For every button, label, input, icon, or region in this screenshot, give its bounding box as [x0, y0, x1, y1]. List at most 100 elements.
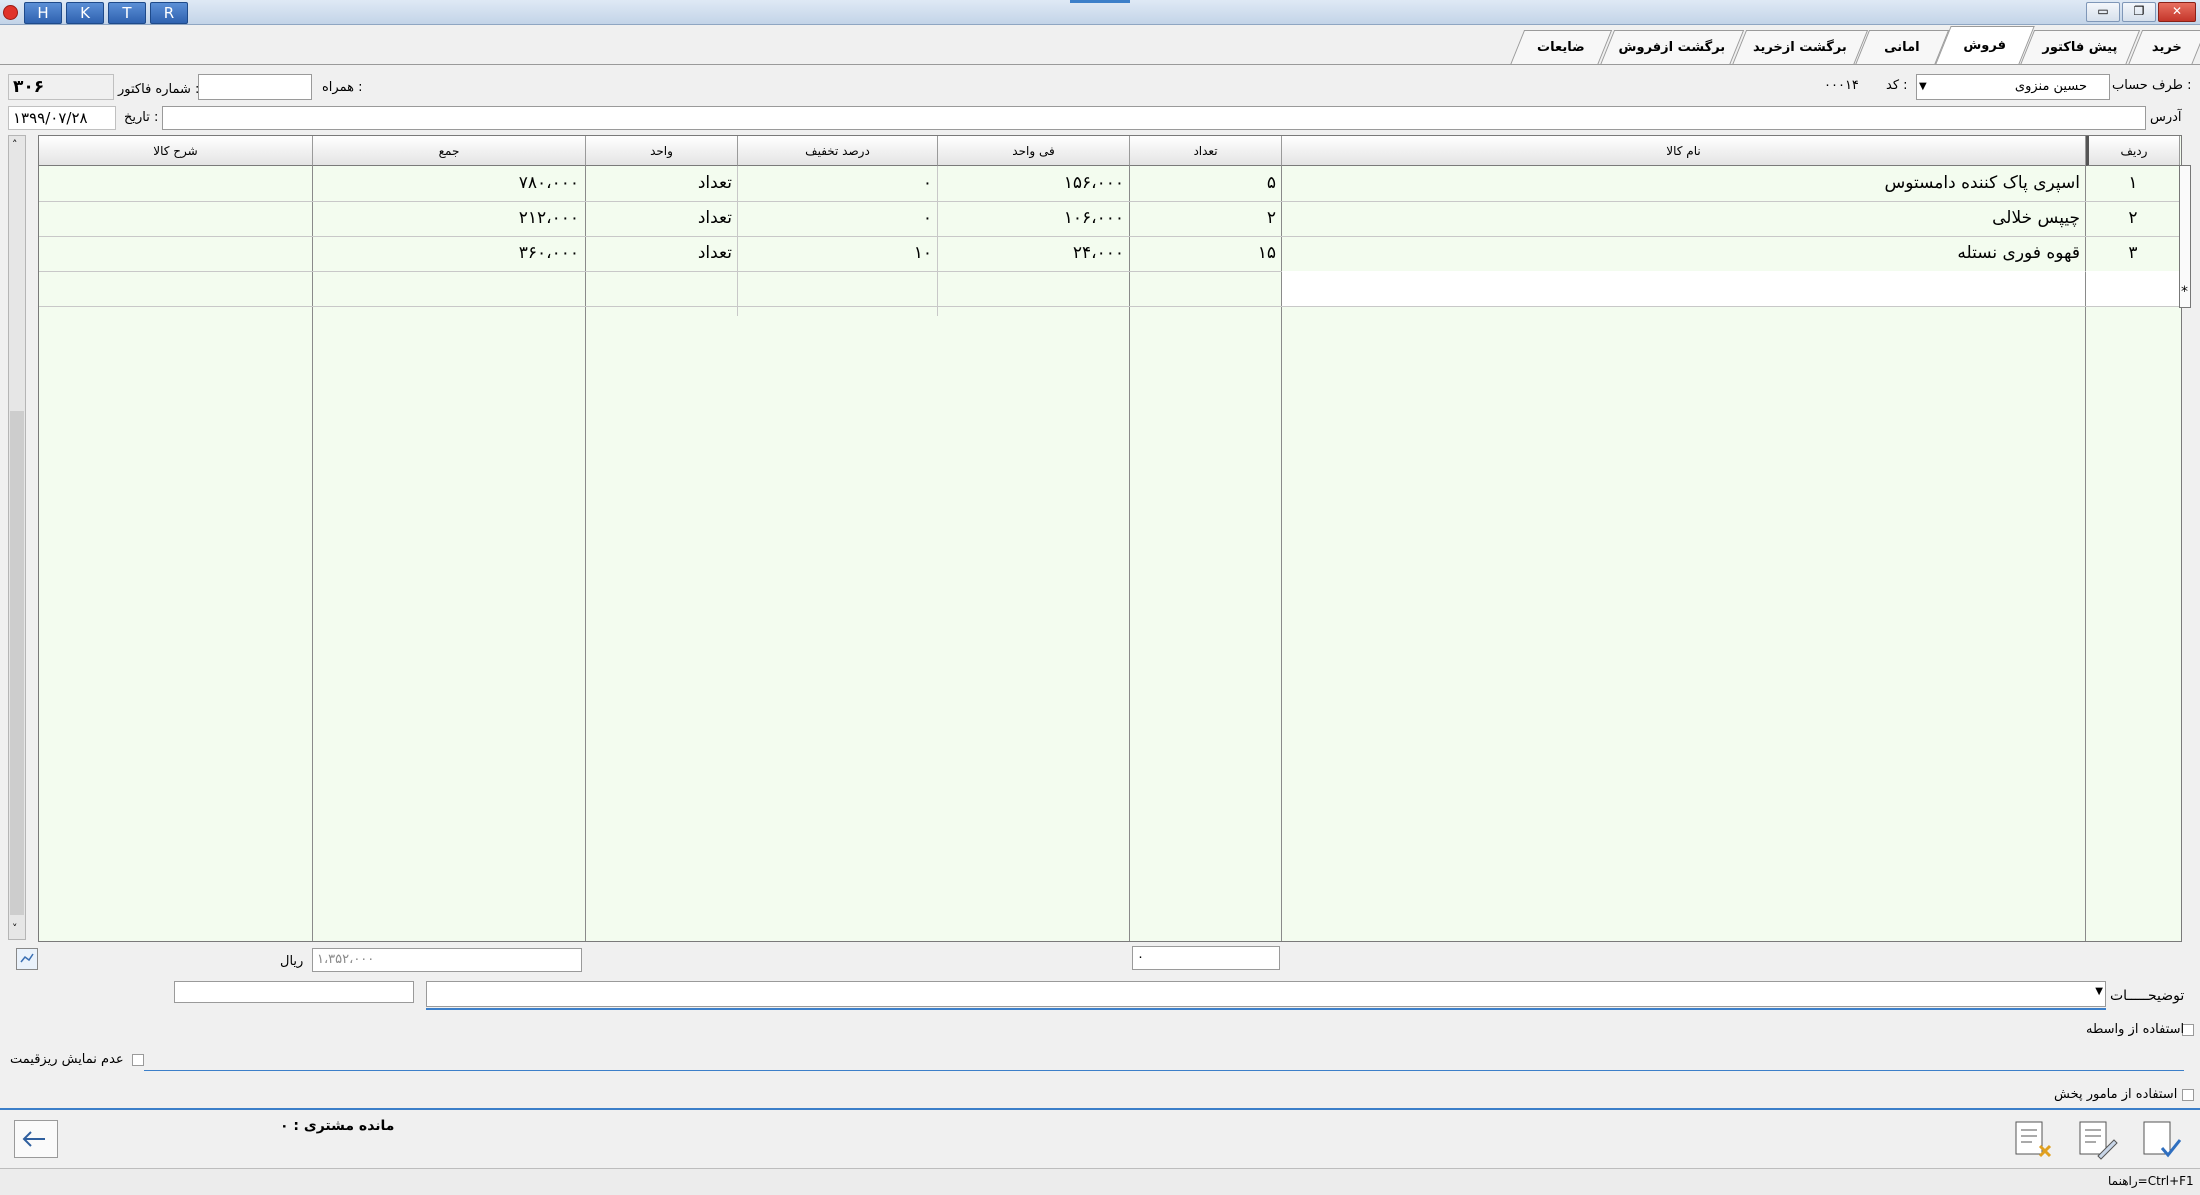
- col-header-product-name[interactable]: نام کالا: [1282, 136, 2086, 166]
- new-row[interactable]: [2086, 271, 2180, 306]
- invoice-number-label: شماره فاکتور :: [118, 82, 200, 97]
- minimize-button[interactable]: ▭: [2086, 2, 2120, 22]
- tab-sales[interactable]: فروش: [1935, 26, 2035, 65]
- customer-balance: مانده مشتری : ۰: [280, 1118, 395, 1134]
- scroll-up-icon[interactable]: ˄: [12, 138, 18, 151]
- cell-discount: ۰: [922, 173, 932, 193]
- delete-invoice-button[interactable]: [2010, 1118, 2056, 1162]
- cell-unit: تعداد: [697, 173, 732, 193]
- chevron-down-icon[interactable]: ▼: [1919, 75, 1927, 99]
- tab-strip-line: [0, 64, 2200, 65]
- cell-unit-price: ۲۴،۰۰۰: [1072, 243, 1124, 263]
- tab-label: امانی: [1884, 40, 1920, 55]
- tab-proforma[interactable]: پیش فاکتور: [2020, 30, 2141, 65]
- k-button[interactable]: K: [66, 2, 104, 24]
- scroll-thumb[interactable]: [10, 411, 24, 915]
- address-field[interactable]: [162, 106, 2146, 130]
- tab-label: فروش: [1963, 38, 2006, 53]
- col-header-row-number[interactable]: ردیف: [2086, 136, 2180, 166]
- footer-separator: [0, 1108, 2200, 1110]
- invoice-number-field[interactable]: ۳۰۶: [8, 74, 114, 100]
- tab-label: خرید: [2151, 40, 2182, 55]
- use-broker-label: استفاده از واسطه: [2086, 1022, 2185, 1037]
- notes-field[interactable]: ▼: [426, 981, 2106, 1007]
- tab-label: برگشت ازخرید: [1752, 40, 1847, 55]
- restore-button[interactable]: ❐: [2122, 2, 2156, 22]
- edit-invoice-button[interactable]: [2074, 1118, 2120, 1162]
- document-delete-icon: [2015, 1121, 2052, 1158]
- cell-row-number: ۳: [2128, 243, 2138, 263]
- close-dot-icon[interactable]: [3, 5, 18, 20]
- currency-label: ریال: [280, 954, 304, 969]
- cell-unit-price: ۱۵۶،۰۰۰: [1063, 173, 1124, 193]
- column-divider: [312, 166, 313, 941]
- tab-purchase[interactable]: خرید: [2128, 30, 2200, 65]
- new-row-name-cell[interactable]: [1282, 271, 2085, 306]
- vertical-scrollbar[interactable]: ˄ ˅: [8, 135, 26, 940]
- account-label: طرف حساب :: [2112, 78, 2192, 93]
- tab-label: برگشت ازفروش: [1618, 40, 1726, 55]
- tab-sales-return[interactable]: برگشت ازفروش: [1600, 30, 1745, 65]
- r-button[interactable]: R: [150, 2, 188, 24]
- separator-line: [144, 1070, 2184, 1071]
- help-hint: راهنما=Ctrl+F1: [2108, 1174, 2194, 1188]
- address-label: آدرس: [2150, 110, 2182, 125]
- title-bar: H K T R ▭ ❐ ✕: [0, 0, 2200, 25]
- cell-unit-price: ۱۰۶،۰۰۰: [1063, 208, 1124, 228]
- h-button[interactable]: H: [24, 2, 62, 24]
- cell-product-name: قهوه فوری نستله: [1957, 243, 2080, 263]
- tab-consignment[interactable]: امانی: [1855, 30, 1950, 65]
- arrow-left-icon: [22, 1131, 45, 1147]
- col-header-description[interactable]: شرح کالا: [39, 136, 313, 166]
- date-field[interactable]: ۱۳۹۹/۰۷/۲۸: [8, 106, 116, 130]
- col-header-total[interactable]: جمع: [313, 136, 586, 166]
- tab-label: ضایعات: [1537, 40, 1585, 55]
- cell-product-name: اسپری پاک کننده دامستوس: [1884, 173, 2080, 193]
- cell-quantity: ۲: [1266, 208, 1276, 228]
- cell-total: ۳۶۰،۰۰۰: [518, 243, 579, 263]
- col-header-discount[interactable]: درصد تخفیف: [738, 136, 938, 166]
- document-check-icon: [2143, 1121, 2182, 1158]
- use-distributor-checkbox[interactable]: [2182, 1089, 2194, 1101]
- code-value: ۰۰۰۱۴: [1824, 78, 1859, 93]
- notes-underline: [426, 1008, 2106, 1010]
- code-label: کد :: [1886, 78, 1908, 93]
- scroll-down-icon[interactable]: ˅: [12, 922, 18, 935]
- cell-row-number: ۲: [2128, 208, 2138, 228]
- account-select[interactable]: حسین منزوی ▼: [1916, 74, 2110, 100]
- t-button[interactable]: T: [108, 2, 146, 24]
- date-label: تاریخ :: [124, 110, 159, 125]
- notes-secondary-field[interactable]: [174, 981, 414, 1003]
- chevron-down-icon[interactable]: ▼: [2095, 986, 2103, 997]
- back-button[interactable]: [14, 1120, 58, 1158]
- cell-unit: تعداد: [697, 208, 732, 228]
- companion-field[interactable]: [198, 74, 312, 100]
- col-header-unit-price[interactable]: فی واحد: [938, 136, 1130, 166]
- chart-toggle-icon[interactable]: [16, 948, 38, 970]
- title-highlight: [1070, 0, 1130, 3]
- qty-total-field: ۰: [1132, 946, 1280, 970]
- column-divider: [585, 166, 586, 941]
- notes-label: توضیحـــــات: [2110, 988, 2185, 1004]
- cell-quantity: ۵: [1266, 173, 1276, 193]
- cell-discount: ۰: [922, 208, 932, 228]
- hide-details-checkbox[interactable]: [132, 1054, 144, 1066]
- cell-total: ۲۱۲،۰۰۰: [518, 208, 579, 228]
- companion-label: همراه :: [322, 80, 363, 95]
- save-invoice-button[interactable]: [2138, 1118, 2184, 1162]
- use-distributor-label: استفاده از مامور پخش: [2054, 1087, 2178, 1102]
- new-row-marker: *: [2181, 284, 2188, 300]
- invoice-grid: شرح کالا جمع واحد درصد تخفیف فی واحد تعد…: [38, 135, 2182, 942]
- cell-quantity: ۱۵: [1257, 243, 1276, 263]
- account-value: حسین منزوی: [2014, 79, 2087, 94]
- tab-label: پیش فاکتور: [2042, 40, 2118, 55]
- close-button[interactable]: ✕: [2158, 2, 2196, 22]
- column-divider: [1129, 166, 1130, 941]
- tab-purchase-return[interactable]: برگشت ازخرید: [1732, 30, 1869, 65]
- cell-row-number: ۱: [2128, 173, 2138, 193]
- document-edit-icon: [2079, 1121, 2118, 1160]
- cell-unit: تعداد: [697, 243, 732, 263]
- tab-waste[interactable]: ضایعات: [1510, 30, 1613, 65]
- col-header-quantity[interactable]: تعداد: [1130, 136, 1282, 166]
- col-header-unit[interactable]: واحد: [586, 136, 738, 166]
